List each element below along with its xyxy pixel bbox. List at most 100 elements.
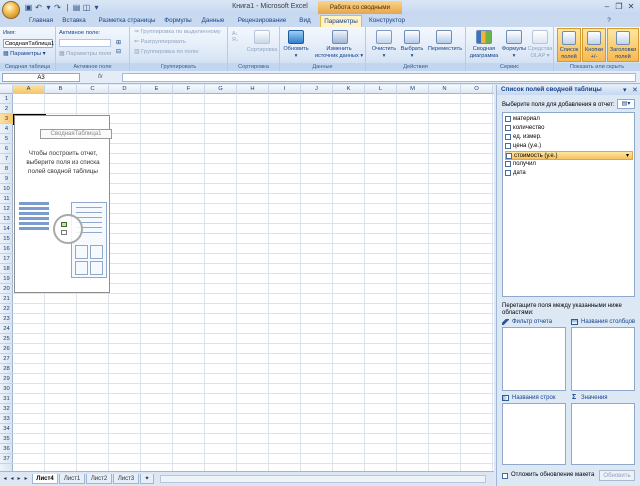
restore-icon[interactable]: ❐: [614, 2, 624, 12]
row-header-25[interactable]: 25: [0, 334, 13, 344]
field-headers-toggle[interactable]: Заголовки полей: [607, 28, 639, 62]
close-icon[interactable]: ✕: [626, 2, 636, 12]
sheet-tab-list4[interactable]: Лист4: [32, 474, 58, 484]
row-header-11[interactable]: 11: [0, 194, 13, 204]
row-header-13[interactable]: 13: [0, 214, 13, 224]
layout-view-button[interactable]: ▤▾: [617, 99, 635, 109]
sort-az-icon[interactable]: А↓ Я↓: [232, 31, 238, 43]
field-checkbox[interactable]: [505, 170, 511, 176]
tab-formulas[interactable]: Формулы: [163, 15, 193, 27]
row-header-34[interactable]: 34: [0, 424, 13, 434]
field-item[interactable]: цена (у.е.): [505, 142, 633, 151]
new-sheet-icon[interactable]: ✦: [140, 474, 154, 484]
sheet-tab-list2[interactable]: Лист2: [86, 474, 112, 484]
tab-page-layout[interactable]: Разметка страницы: [96, 15, 158, 27]
office-button[interactable]: [2, 1, 20, 19]
column-header-o[interactable]: O: [461, 85, 493, 94]
tab-data[interactable]: Данные: [199, 15, 227, 27]
last-sheet-icon[interactable]: ▸: [23, 475, 29, 483]
group-selection-button[interactable]: ⇒ Группировка по выделенному: [134, 29, 221, 35]
column-header-f[interactable]: F: [173, 85, 205, 94]
filter-zone[interactable]: [502, 327, 566, 391]
field-item[interactable]: количество: [505, 124, 633, 133]
qat-customize-icon[interactable]: ▾: [92, 3, 101, 12]
move-button[interactable]: Переместить: [426, 46, 464, 53]
field-checkbox[interactable]: [505, 116, 511, 122]
next-sheet-icon[interactable]: ▸: [16, 475, 22, 483]
fx-button[interactable]: fx: [84, 73, 120, 82]
row-header-15[interactable]: 15: [0, 234, 13, 244]
field-checkbox[interactable]: [505, 161, 511, 167]
column-header-a[interactable]: A: [13, 85, 45, 94]
field-item[interactable]: ед. измер.: [505, 133, 633, 142]
update-button[interactable]: Обновить: [599, 470, 635, 481]
row-header-19[interactable]: 19: [0, 274, 13, 284]
pivot-name-input[interactable]: СводнаяТаблица1: [3, 39, 54, 48]
row-header-20[interactable]: 20: [0, 284, 13, 294]
select-button[interactable]: Выбрать ▾: [398, 46, 426, 59]
refresh-button[interactable]: Обновить ▾: [281, 46, 311, 59]
row-header-9[interactable]: 9: [0, 174, 13, 184]
column-header-j[interactable]: J: [301, 85, 333, 94]
column-header-i[interactable]: I: [269, 85, 301, 94]
prev-sheet-icon[interactable]: ◂: [9, 475, 15, 483]
row-header-18[interactable]: 18: [0, 264, 13, 274]
field-item[interactable]: стоимость (у.е.) ▾: [505, 151, 633, 160]
first-sheet-icon[interactable]: ◂: [2, 475, 8, 483]
row-header-27[interactable]: 27: [0, 354, 13, 364]
column-header-e[interactable]: E: [141, 85, 173, 94]
row-header-8[interactable]: 8: [0, 164, 13, 174]
column-header-c[interactable]: C: [77, 85, 109, 94]
column-header-k[interactable]: K: [333, 85, 365, 94]
sheet-tab-list1[interactable]: Лист1: [59, 474, 85, 484]
column-header-g[interactable]: G: [205, 85, 237, 94]
row-header-28[interactable]: 28: [0, 364, 13, 374]
tab-review[interactable]: Рецензирование: [234, 15, 290, 27]
help-icon[interactable]: ?: [604, 15, 614, 27]
tab-view[interactable]: Вид: [296, 15, 314, 27]
row-header-5[interactable]: 5: [0, 134, 13, 144]
row-header-30[interactable]: 30: [0, 384, 13, 394]
minimize-icon[interactable]: –: [602, 2, 612, 12]
pane-close-icon[interactable]: ✕: [632, 86, 638, 94]
values-zone[interactable]: [571, 403, 635, 465]
sheet-tab-list3[interactable]: Лист3: [113, 474, 139, 484]
clear-button[interactable]: Очистить ▾: [368, 46, 400, 59]
print-icon[interactable]: ▤: [72, 3, 81, 12]
column-header-d[interactable]: D: [109, 85, 141, 94]
column-header-l[interactable]: L: [365, 85, 397, 94]
field-item[interactable]: дата: [505, 169, 633, 178]
change-source-button[interactable]: Изменить источник данных ▾: [312, 46, 366, 59]
name-box[interactable]: A3: [2, 73, 80, 82]
row-header-6[interactable]: 6: [0, 144, 13, 154]
horizontal-scrollbar[interactable]: [160, 475, 486, 483]
row-header-1[interactable]: 1: [0, 94, 13, 104]
row-header-4[interactable]: 4: [0, 124, 13, 134]
undo-icon[interactable]: ↶: [34, 3, 43, 12]
pivot-options-button[interactable]: ▦ Параметры ▾: [3, 51, 46, 57]
row-header-16[interactable]: 16: [0, 244, 13, 254]
tab-options[interactable]: Параметры: [320, 15, 362, 27]
undo-dropdown-icon[interactable]: ▾: [44, 3, 53, 12]
formula-input[interactable]: [122, 73, 636, 82]
save-icon[interactable]: ▣: [24, 3, 33, 12]
field-checkbox[interactable]: [505, 143, 511, 149]
field-checkbox[interactable]: [505, 134, 511, 140]
row-header-32[interactable]: 32: [0, 404, 13, 414]
field-checkbox[interactable]: [506, 153, 512, 159]
pane-menu-icon[interactable]: ▾: [623, 86, 627, 94]
column-header-h[interactable]: H: [237, 85, 269, 94]
group-field-button[interactable]: ▥ Группировка по полю: [134, 49, 198, 55]
field-settings-button[interactable]: ▦ Параметры поля: [59, 51, 111, 57]
row-header-12[interactable]: 12: [0, 204, 13, 214]
ungroup-button[interactable]: ⇐ Разгруппировать: [134, 39, 186, 45]
row-header-21[interactable]: 21: [0, 294, 13, 304]
olap-button[interactable]: Средства OLAP ▾: [526, 46, 554, 59]
field-item[interactable]: получил: [505, 160, 633, 169]
row-header-31[interactable]: 31: [0, 394, 13, 404]
field-checkbox[interactable]: [505, 125, 511, 131]
select-all-corner[interactable]: [0, 85, 13, 94]
expand-field-icon[interactable]: ⊞: [116, 40, 121, 46]
row-header-24[interactable]: 24: [0, 324, 13, 334]
preview-icon[interactable]: ◫: [82, 3, 91, 12]
